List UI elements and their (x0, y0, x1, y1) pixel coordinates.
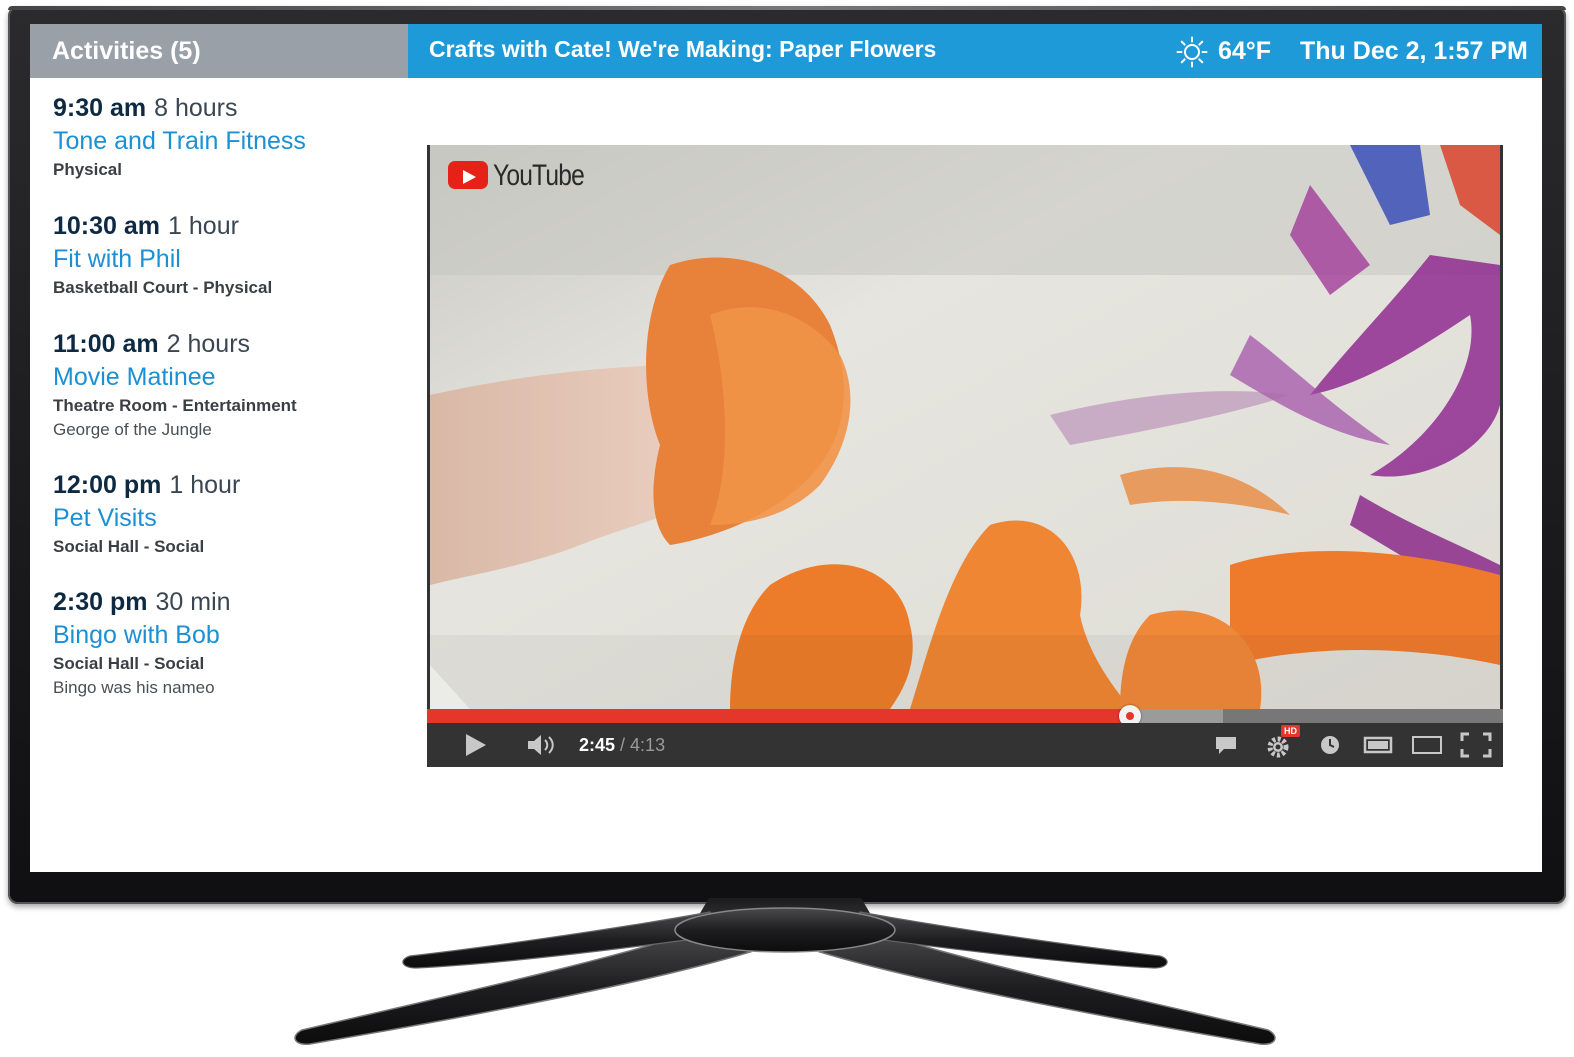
video-frame[interactable]: YouTube (430, 145, 1500, 709)
youtube-logo-text: YouTube (493, 159, 585, 192)
activity-note: George of the Jungle (53, 420, 212, 439)
activity-location: Physical (53, 160, 122, 179)
activity-time-row: 12:00 pm 1 hour (53, 469, 403, 501)
settings-button[interactable]: HD (1259, 723, 1301, 767)
volume-icon (528, 735, 554, 755)
activity-time: 9:30 am (53, 94, 147, 122)
activity-duration: 30 min (155, 588, 231, 616)
temperature: 64°F (1218, 37, 1272, 65)
time-display: 2:45 / 4:13 (579, 723, 665, 767)
activity-location: Theatre Room - Entertainment (53, 396, 297, 415)
top-banner: Crafts with Cate! We're Making: Paper Fl… (408, 24, 1542, 78)
activity-time: 10:30 am (53, 212, 161, 240)
youtube-logo-icon (448, 161, 488, 189)
play-button[interactable] (457, 723, 493, 767)
activity-duration: 2 hours (166, 330, 251, 358)
activity-duration: 1 hour (169, 471, 241, 499)
fullscreen-button[interactable] (1457, 723, 1495, 767)
progress-played (427, 709, 1130, 723)
activity-location: Basketball Court - Physical (53, 278, 273, 297)
theater-mode-button[interactable] (1409, 723, 1445, 767)
time-separator: / (615, 735, 631, 755)
activity-time: 2:30 pm (53, 588, 148, 616)
activity-title[interactable]: Tone and Train Fitness (53, 124, 403, 158)
watch-later-button[interactable] (1315, 723, 1345, 767)
now-showing-title: Crafts with Cate! We're Making: Paper Fl… (429, 36, 937, 62)
activity-time: 11:00 am (53, 330, 159, 358)
watch-later-icon (1321, 736, 1339, 754)
activity-item[interactable]: 11:00 am 2 hours Movie Matinee Theatre Ro… (53, 328, 403, 442)
fullscreen-icon (1460, 732, 1492, 758)
activity-duration: 1 hour (168, 212, 239, 240)
sun-icon (1176, 36, 1208, 68)
tv-bezel-highlight (8, 6, 1566, 10)
hd-badge: HD (1281, 725, 1300, 737)
activity-location: Social Hall - Social (53, 654, 205, 673)
video-content-image (430, 145, 1500, 709)
activity-time-row: 11:00 am 2 hours (53, 328, 403, 360)
activity-time-row: 9:30 am 8 hours (53, 92, 403, 124)
activity-item[interactable]: 9:30 am 8 hours Tone and Train Fitness Ph… (53, 92, 403, 182)
tv-stand (294, 907, 1276, 1045)
current-time: 2:45 (579, 735, 616, 755)
activity-location: Social Hall - Social (53, 537, 205, 556)
youtube-player[interactable]: YouTube 2:45 / 4:13 HD (427, 145, 1503, 767)
activity-title[interactable]: Bingo with Bob (53, 618, 403, 652)
activity-time: 12:00 pm (53, 471, 162, 499)
activity-time-row: 2:30 pm 30 min (53, 586, 403, 618)
play-icon (466, 734, 486, 756)
activity-time-row: 10:30 am 1 hour (53, 210, 403, 242)
volume-button[interactable] (523, 723, 563, 767)
captions-button[interactable] (1211, 723, 1241, 767)
progress-bar[interactable] (427, 705, 1503, 727)
activity-item[interactable]: 10:30 am 1 hour Fit with Phil Basketball … (53, 210, 403, 300)
activity-title[interactable]: Pet Visits (53, 501, 403, 535)
theater-mode-icon (1412, 736, 1442, 754)
activity-duration: 8 hours (154, 94, 238, 122)
activities-header: Activities (5) (30, 24, 408, 78)
activities-sidebar: Activities (5) 9:30 am 8 hours Tone and T… (30, 24, 408, 872)
total-duration: 4:13 (630, 735, 666, 755)
captions-icon (1216, 737, 1236, 754)
miniplayer-icon (1363, 736, 1393, 754)
activity-item[interactable]: 12:00 pm 1 hour Pet Visits Social Hall - … (53, 469, 403, 559)
activity-title[interactable]: Fit with Phil (53, 242, 403, 276)
miniplayer-button[interactable] (1361, 723, 1395, 767)
activity-item[interactable]: 2:30 pm 30 min Bingo with Bob Social Hall… (53, 586, 403, 700)
tv-screen: Activities (5) 9:30 am 8 hours Tone and T… (30, 24, 1542, 872)
player-controls: 2:45 / 4:13 HD (427, 723, 1503, 767)
activity-note: Bingo was his nameo (53, 678, 215, 697)
date-time: Thu Dec 2, 1:57 PM (1300, 37, 1528, 65)
activity-title[interactable]: Movie Matinee (53, 360, 403, 394)
